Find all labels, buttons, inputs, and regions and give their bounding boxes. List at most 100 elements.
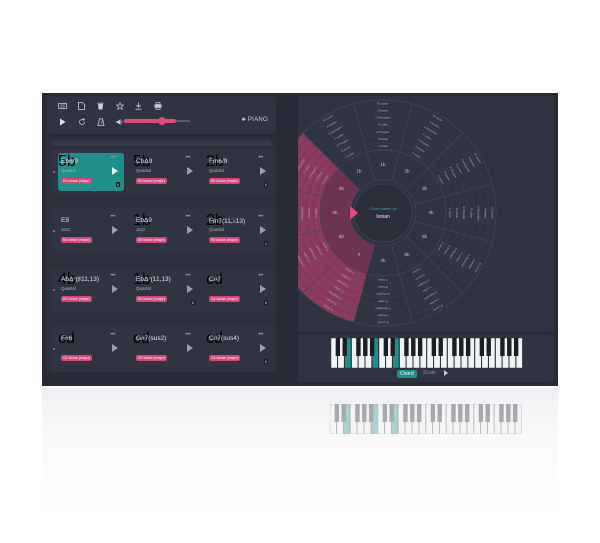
black-key[interactable] bbox=[465, 338, 471, 356]
more-icon[interactable]: ••• bbox=[110, 273, 115, 279]
black-key[interactable] bbox=[417, 338, 423, 356]
chord-cell[interactable]: CbΔ9 Quartal Eb Ionian (major) 5b ••• bbox=[133, 153, 199, 191]
more-icon[interactable]: ••• bbox=[258, 214, 263, 220]
black-key[interactable] bbox=[513, 338, 519, 356]
play-icon[interactable] bbox=[112, 167, 118, 175]
more-icon[interactable]: ••• bbox=[110, 214, 115, 220]
black-key[interactable] bbox=[334, 404, 340, 422]
black-key[interactable] bbox=[479, 338, 485, 356]
black-key[interactable] bbox=[383, 338, 389, 356]
black-key[interactable] bbox=[342, 338, 347, 356]
black-key[interactable] bbox=[500, 338, 505, 356]
chord-cell[interactable]: C#7(sus4) C# Ionian (major) cd 8 ••• bbox=[206, 330, 272, 368]
play-icon[interactable] bbox=[260, 167, 266, 175]
black-key[interactable] bbox=[438, 338, 443, 356]
more-icon[interactable]: ••• bbox=[185, 155, 190, 161]
black-key[interactable] bbox=[369, 338, 375, 356]
metronome-icon[interactable] bbox=[91, 116, 110, 128]
black-key[interactable] bbox=[506, 404, 511, 422]
piano-keyboard[interactable] bbox=[331, 338, 523, 368]
play-icon[interactable] bbox=[112, 344, 118, 352]
print-icon[interactable] bbox=[148, 100, 167, 112]
black-key[interactable] bbox=[368, 404, 374, 422]
more-icon[interactable]: ••• bbox=[185, 214, 190, 220]
black-key[interactable] bbox=[403, 404, 408, 422]
black-key[interactable] bbox=[410, 404, 415, 422]
chord-cell[interactable]: AbΔ⁷(♯11,13) Quartal Eb Ionian (major) 4b ••… bbox=[58, 271, 124, 309]
instrument-mode-label[interactable]: ♣ PIANO bbox=[242, 117, 268, 123]
chord-cell[interactable]: E9 Jazz Eb Ionian (major) ••• bbox=[58, 212, 124, 250]
chord-cell[interactable]: Fm7(11,♭13) Quartal Eb Ionian (major) 2b 4 ••… bbox=[206, 212, 272, 250]
black-key[interactable] bbox=[478, 404, 484, 422]
black-key[interactable] bbox=[459, 338, 464, 356]
black-key[interactable] bbox=[390, 338, 395, 356]
more-icon[interactable]: ••• bbox=[110, 155, 115, 161]
volume-slider-knob[interactable] bbox=[158, 117, 166, 125]
black-key[interactable] bbox=[389, 404, 394, 422]
chord-type: Jazz bbox=[136, 227, 146, 232]
black-key[interactable] bbox=[451, 404, 456, 422]
more-icon[interactable]: ••• bbox=[110, 332, 115, 338]
download-icon[interactable] bbox=[129, 100, 148, 112]
more-icon[interactable]: ••• bbox=[185, 273, 190, 279]
play-icon[interactable] bbox=[260, 226, 266, 234]
play-icon[interactable] bbox=[260, 344, 266, 352]
black-key[interactable] bbox=[355, 404, 360, 422]
volume-slider-track[interactable] bbox=[176, 120, 190, 122]
black-key[interactable] bbox=[411, 338, 416, 356]
more-icon[interactable]: ••• bbox=[258, 273, 263, 279]
black-key[interactable] bbox=[458, 404, 463, 422]
play-icon[interactable] bbox=[112, 226, 118, 234]
scale-badge: C# Ionian (major) bbox=[209, 355, 241, 361]
black-key[interactable] bbox=[335, 338, 341, 356]
trash-icon[interactable] bbox=[91, 100, 110, 112]
black-key[interactable] bbox=[363, 338, 368, 356]
play-icon[interactable] bbox=[53, 116, 72, 128]
more-icon[interactable]: ••• bbox=[258, 332, 263, 338]
chord-cell[interactable]: Eb6/9 Quartal Eb Ionian (major) 5b 8 ••• bbox=[58, 153, 124, 191]
chord-cell[interactable]: EbΔ⁷(11,13) Quartal Eb Ionian (major) 1b 8 ••… bbox=[133, 271, 199, 309]
chord-cell[interactable]: EbΔ9 Jazz Eb Ionian (major) 1b ••• bbox=[133, 212, 199, 250]
black-key[interactable] bbox=[507, 338, 512, 356]
loop-icon[interactable] bbox=[72, 116, 91, 128]
row-handle[interactable] bbox=[53, 348, 55, 350]
play-icon[interactable] bbox=[187, 285, 193, 293]
black-key[interactable] bbox=[437, 404, 442, 422]
scale-badge: Eb Ionian (major) bbox=[136, 296, 167, 302]
star-icon[interactable] bbox=[110, 100, 129, 112]
black-key[interactable] bbox=[485, 404, 490, 422]
black-key[interactable] bbox=[464, 404, 470, 422]
play-icon[interactable] bbox=[187, 167, 193, 175]
black-key[interactable] bbox=[512, 404, 518, 422]
chord-toggle[interactable]: Chord bbox=[397, 370, 417, 378]
piano-play-icon[interactable] bbox=[444, 370, 448, 376]
black-key[interactable] bbox=[341, 404, 346, 422]
chord-cell[interactable]: C#7 C# Ionian (major) cd 8 ••• bbox=[206, 271, 272, 309]
play-icon[interactable] bbox=[260, 285, 266, 293]
more-icon[interactable]: ••• bbox=[185, 332, 190, 338]
row-handle[interactable] bbox=[53, 289, 55, 291]
chord-cell[interactable]: Fm6/9 Quartal Eb Ionian (major) 2b 8 ••• bbox=[206, 153, 272, 191]
play-icon[interactable] bbox=[187, 344, 193, 352]
black-key[interactable] bbox=[499, 404, 504, 422]
row-handle[interactable] bbox=[53, 171, 55, 173]
black-key[interactable] bbox=[382, 404, 388, 422]
black-key[interactable] bbox=[362, 404, 367, 422]
chord-cell[interactable]: F#6 C# Ionian (major) cd ••• bbox=[58, 330, 124, 368]
chord-cell[interactable]: G#7(sus2) C# Ionian (major) cd ••• bbox=[133, 330, 199, 368]
black-key[interactable] bbox=[430, 404, 436, 422]
black-key[interactable] bbox=[416, 404, 422, 422]
black-key[interactable] bbox=[356, 338, 361, 356]
black-key[interactable] bbox=[452, 338, 457, 356]
play-icon[interactable] bbox=[187, 226, 193, 234]
play-icon[interactable] bbox=[112, 285, 118, 293]
mode-wheel[interactable]: C IonianD DorianE PhrygianF LydianG Mixo… bbox=[269, 96, 554, 332]
scale-toggle[interactable]: Scale bbox=[423, 370, 436, 376]
black-key[interactable] bbox=[404, 338, 409, 356]
black-key[interactable] bbox=[486, 338, 491, 356]
document-icon[interactable] bbox=[72, 100, 91, 112]
more-icon[interactable]: ••• bbox=[258, 155, 263, 161]
keyboard-icon[interactable] bbox=[53, 100, 72, 112]
row-handle[interactable] bbox=[53, 230, 55, 232]
black-key[interactable] bbox=[431, 338, 437, 356]
